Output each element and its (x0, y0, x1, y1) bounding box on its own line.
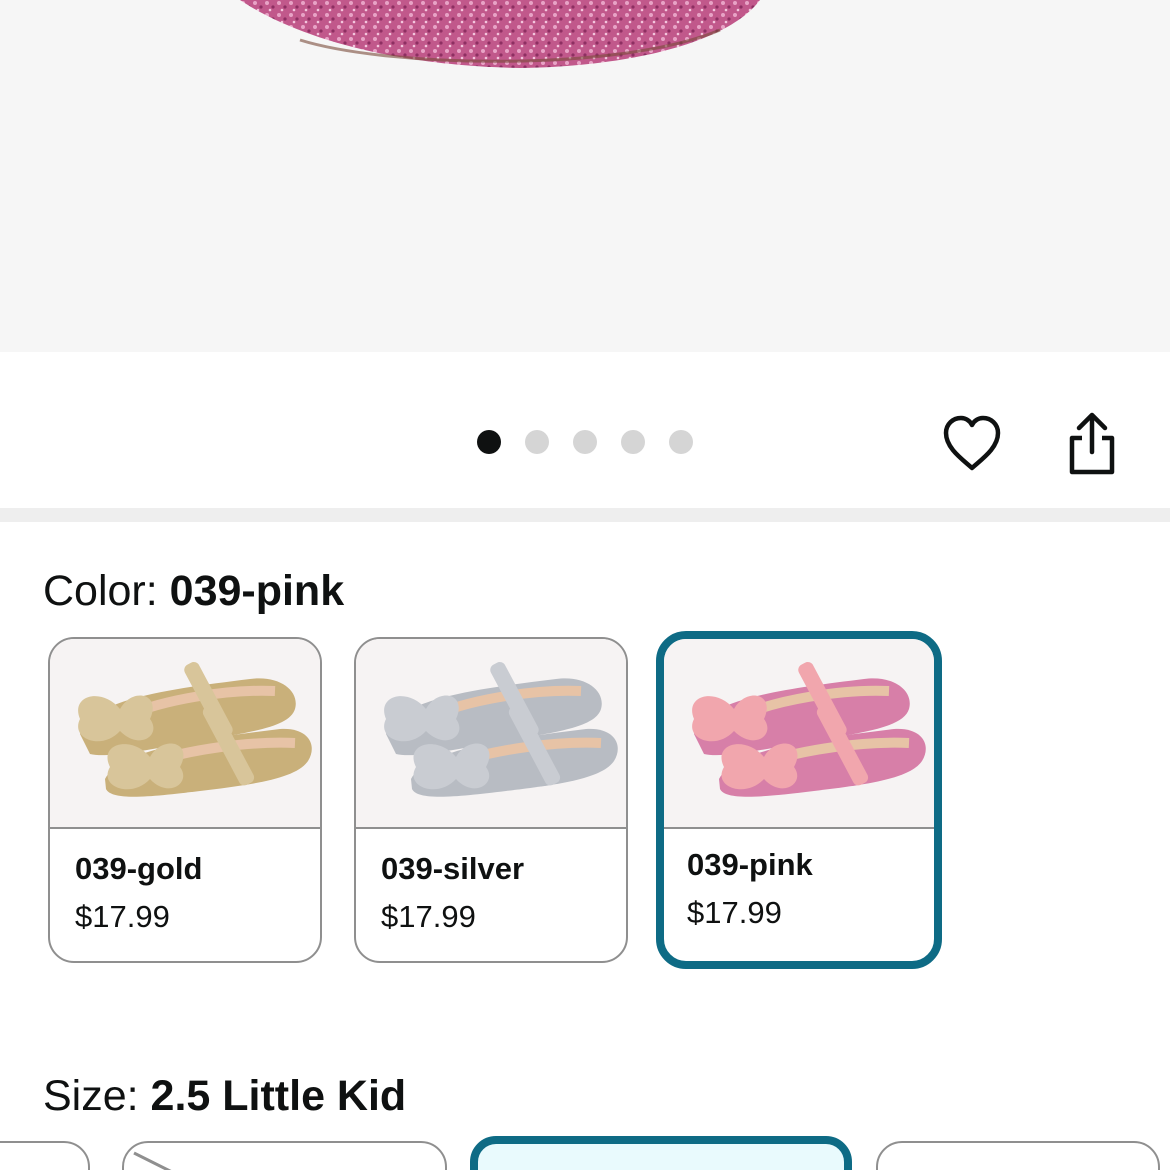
product-image[interactable] (0, 0, 1170, 352)
color-swatch-name: 039-silver (381, 851, 525, 886)
color-label-text: Color: (43, 567, 170, 615)
size-option[interactable] (122, 1141, 447, 1170)
color-swatch[interactable]: 039-pink $17.99 (656, 631, 942, 969)
carousel-dot[interactable] (525, 430, 549, 454)
color-swatch-image (50, 639, 320, 829)
color-swatch-price: $17.99 (687, 895, 782, 930)
carousel-dot[interactable] (669, 430, 693, 454)
carousel-dot[interactable] (477, 430, 501, 454)
size-label: Size: 2.5 Little Kid (43, 1075, 406, 1118)
color-swatch-image (356, 639, 626, 829)
color-swatch-price: $17.99 (381, 899, 476, 934)
share-icon (1069, 412, 1115, 475)
color-swatch-name: 039-gold (75, 851, 203, 886)
heart-icon (943, 415, 1001, 471)
color-swatch-price: $17.99 (75, 899, 170, 934)
color-swatch-name: 039-pink (687, 847, 813, 882)
size-label-text: Size: (43, 1072, 151, 1120)
selected-color-value: 039-pink (169, 567, 345, 615)
color-label: Color: 039-pink (43, 570, 344, 613)
section-divider (0, 508, 1170, 522)
unavailable-slash (133, 1151, 172, 1170)
size-option[interactable] (876, 1141, 1160, 1170)
size-option[interactable] (0, 1141, 90, 1170)
size-option-selected[interactable] (470, 1136, 852, 1170)
carousel-dot[interactable] (621, 430, 645, 454)
carousel-dots[interactable] (477, 430, 693, 454)
share-button[interactable] (1060, 408, 1124, 478)
carousel-dot[interactable] (573, 430, 597, 454)
color-swatch-image (664, 639, 934, 829)
favorite-button[interactable] (938, 410, 1006, 478)
selected-size-value: 2.5 Little Kid (150, 1072, 407, 1120)
pink-glitter-shoe-image (240, 0, 760, 68)
color-swatch[interactable]: 039-silver $17.99 (354, 637, 628, 963)
color-swatch[interactable]: 039-gold $17.99 (48, 637, 322, 963)
